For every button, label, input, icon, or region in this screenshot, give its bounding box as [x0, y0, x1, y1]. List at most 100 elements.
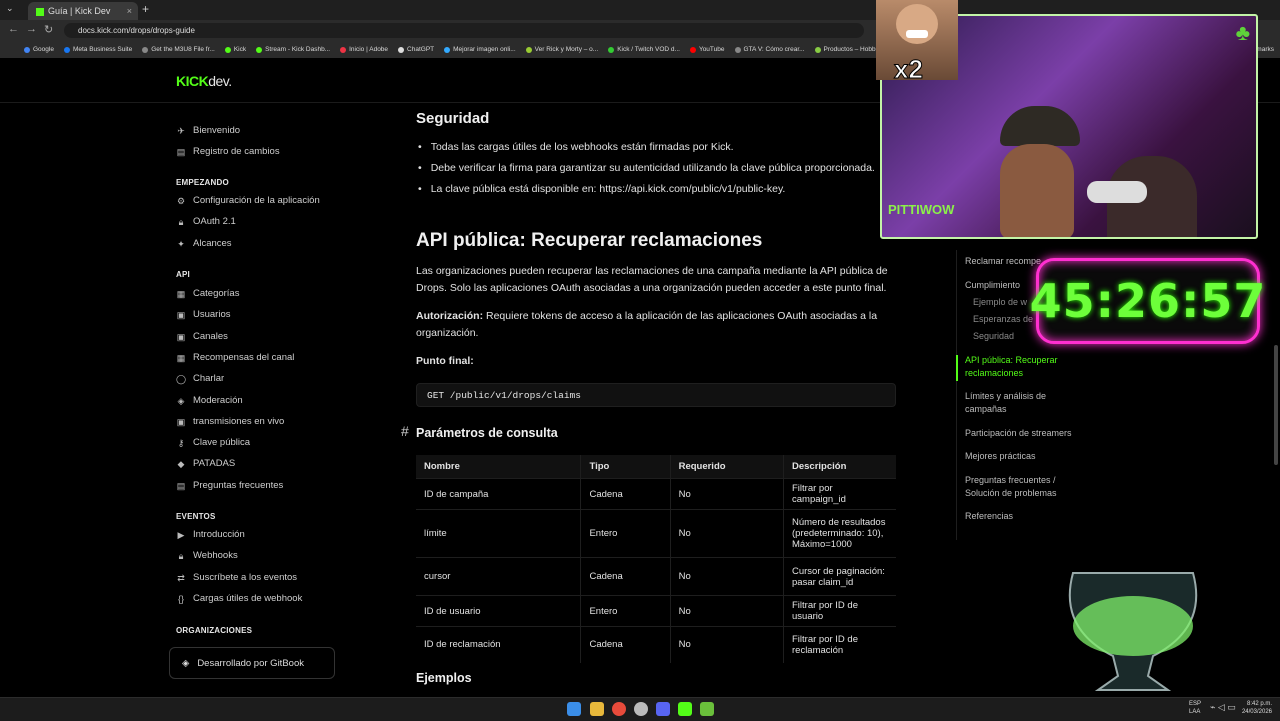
bookmark-item[interactable]: Stream - Kick Dashb... [256, 41, 330, 58]
sidebar-item-label: Bienvenido [193, 125, 241, 136]
sidebar-section-heading: EVENTOS [176, 512, 216, 521]
kick-favicon-icon [36, 7, 44, 16]
browser-tab[interactable]: Guía | Kick Dev × [28, 2, 138, 20]
table-header-cell: Requerido [669, 455, 784, 479]
streamer-face [1000, 144, 1074, 237]
sidebar-item-label: OAuth 2.1 [193, 216, 236, 228]
table-cell: No [669, 626, 784, 663]
gitbook-button[interactable]: ◈ Desarrollado por GitBook [169, 647, 335, 679]
url-input[interactable]: docs.kick.com/drops/drops-guide [64, 23, 864, 38]
new-tab-button[interactable]: + [142, 2, 149, 16]
sidebar-item-label: Preguntas frecuentes [193, 479, 284, 491]
sidebar-item[interactable]: ◈ Moderación [176, 392, 243, 410]
sidebar-item-label: Recompensas del canal [193, 351, 295, 363]
security-list: Todas las cargas útiles de los webhooks … [416, 137, 875, 200]
windows-taskbar: ESP LAA ⌁ ◁ ▭ 8:42 p.m. 24/03/2026 [0, 697, 1280, 721]
language-indicator[interactable]: ESP LAA [1189, 700, 1201, 716]
file-explorer-icon[interactable] [590, 702, 604, 716]
obs-icon[interactable] [634, 702, 648, 716]
kick-app-icon[interactable] [678, 702, 692, 716]
sidebar-item[interactable]: ✈ Bienvenido [176, 122, 240, 140]
user-icon: ▣ [176, 310, 186, 321]
sidebar-item[interactable]: ◆ PATADAS [176, 455, 236, 473]
stream-timer: 45:26:57 [1030, 258, 1265, 344]
bookmark-item[interactable]: Google [24, 41, 54, 58]
sidebar-item[interactable]: 🔒︎ Webhooks [176, 547, 238, 565]
bookmark-item[interactable]: Mejorar imagen onli... [444, 41, 516, 58]
bookmark-item[interactable]: Kick [224, 41, 246, 58]
toc-item[interactable]: Preguntas frecuentes / Solución de probl… [965, 474, 1083, 500]
minecraft-icon[interactable] [700, 702, 714, 716]
sidebar-item-label: Introducción [193, 529, 245, 540]
back-icon[interactable]: ← [8, 23, 19, 35]
bookmark-item[interactable]: ChatGPT [398, 41, 434, 58]
scrollbar-thumb[interactable] [1274, 345, 1278, 465]
table-row: ID de campaña Cadena No Filtrar por campaig… [416, 478, 896, 510]
rocket-icon: ✈ [177, 126, 185, 136]
bookmark-label: GTA V: Cómo crear... [743, 46, 805, 53]
toc-item[interactable]: Participación de streamers [965, 427, 1083, 440]
endpoint-code-block[interactable]: GET /public/v1/drops/claims [416, 383, 896, 407]
sidebar-item[interactable]: ✦ Alcances [176, 235, 232, 253]
start-icon[interactable] [567, 702, 581, 716]
table-cell: cursor [416, 557, 581, 596]
sidebar-item-label: Moderación [193, 394, 243, 406]
bookmark-favicon-icon [814, 46, 821, 53]
streamer-hat [1000, 106, 1080, 146]
table-cell: Cursor de paginación: pasar claim_id [783, 557, 896, 596]
anchor-link-icon[interactable]: # [401, 423, 409, 439]
sidebar-item[interactable]: ▤ Registro de cambios [176, 143, 280, 161]
bookmark-favicon-icon [142, 46, 149, 53]
sidebar-item[interactable]: ▣ Canales [176, 328, 228, 346]
sidebar-item[interactable]: 🔒︎ OAuth 2.1 [176, 213, 236, 231]
sidebar-item[interactable]: ▣ Usuarios [176, 306, 231, 324]
sidebar-item[interactable]: ▣ transmisiones en vivo [176, 413, 285, 431]
sidebar-item-label: transmisiones en vivo [193, 415, 285, 427]
sidebar-item[interactable]: ▤ Preguntas frecuentes [176, 477, 284, 495]
toc-item[interactable]: Límites y análisis de campañas [965, 390, 1083, 416]
network-volume-icons[interactable]: ⌁ ◁ ▭ [1210, 702, 1236, 713]
bookmark-item[interactable]: YouTube [689, 41, 725, 58]
bookmark-item[interactable]: Get the M3U8 File fr... [142, 41, 215, 58]
sidebar-item[interactable]: ⇄ Suscríbete a los eventos [176, 569, 297, 587]
bookmark-item[interactable]: Meta Business Suite [63, 41, 132, 58]
channel-icon: ▣ [176, 331, 186, 342]
table-cell: Entero [580, 509, 671, 558]
kick-dev-logo[interactable]: KICKdev. [176, 73, 232, 89]
toc-item[interactable]: Mejores prácticas [965, 450, 1083, 463]
sidebar-item[interactable]: ▦ Categorías [176, 285, 240, 303]
table-cell: Filtrar por campaign_id [783, 478, 896, 510]
sidebar-item[interactable]: ⚷ Clave pública [176, 434, 250, 452]
meme-face [896, 4, 938, 44]
sidebar-item[interactable]: ◯ Charlar [176, 370, 224, 388]
meme-multiplier: x2 [894, 54, 924, 81]
sidebar-item[interactable]: {} Cargas útiles de webhook [176, 590, 302, 608]
reload-icon[interactable]: ↻ [44, 23, 53, 36]
api-description: Las organizaciones pueden recuperar las … [416, 265, 888, 294]
sidebar-item[interactable]: ⚙ Configuración de la aplicación [176, 192, 320, 210]
bookmark-item[interactable]: Kick / Twitch VOD d... [608, 41, 680, 58]
bookmark-favicon-icon [224, 46, 231, 53]
sidebar-item[interactable]: ▶ Introducción [176, 526, 245, 544]
table-cell: Filtrar por ID de reclamación [783, 626, 896, 663]
discord-icon[interactable] [656, 702, 670, 716]
bookmark-favicon-icon [525, 46, 532, 53]
sidebar-item-label: Alcances [193, 237, 232, 249]
sidebar-item[interactable]: ▦ Recompensas del canal [176, 349, 295, 367]
bookmark-item[interactable]: Ver Rick y Morty – o... [525, 41, 598, 58]
all-bookmarks-label[interactable]: marks [1256, 41, 1274, 58]
table-cell: No [669, 509, 784, 558]
toc-item[interactable]: Referencias [965, 510, 1083, 523]
bookmark-item[interactable]: GTA V: Cómo crear... [734, 41, 805, 58]
clock[interactable]: 8:42 p.m. 24/03/2026 [1242, 700, 1272, 716]
close-tab-icon[interactable]: × [127, 2, 132, 20]
key-icon: ⚷ [177, 438, 185, 449]
bookmark-item[interactable]: Inicio | Adobe [340, 41, 388, 58]
sidebar-item-label: Clave pública [193, 437, 251, 449]
sidebar-section-heading: ORGANIZACIONES [176, 626, 253, 635]
tab-search-icon[interactable]: ⌄ [6, 3, 14, 14]
chrome-icon[interactable] [612, 702, 626, 716]
toc-item[interactable]: API pública: Recuperar reclamaciones [965, 354, 1083, 380]
forward-icon[interactable]: → [26, 23, 37, 35]
bookmark-label: Mejorar imagen onli... [453, 46, 516, 53]
